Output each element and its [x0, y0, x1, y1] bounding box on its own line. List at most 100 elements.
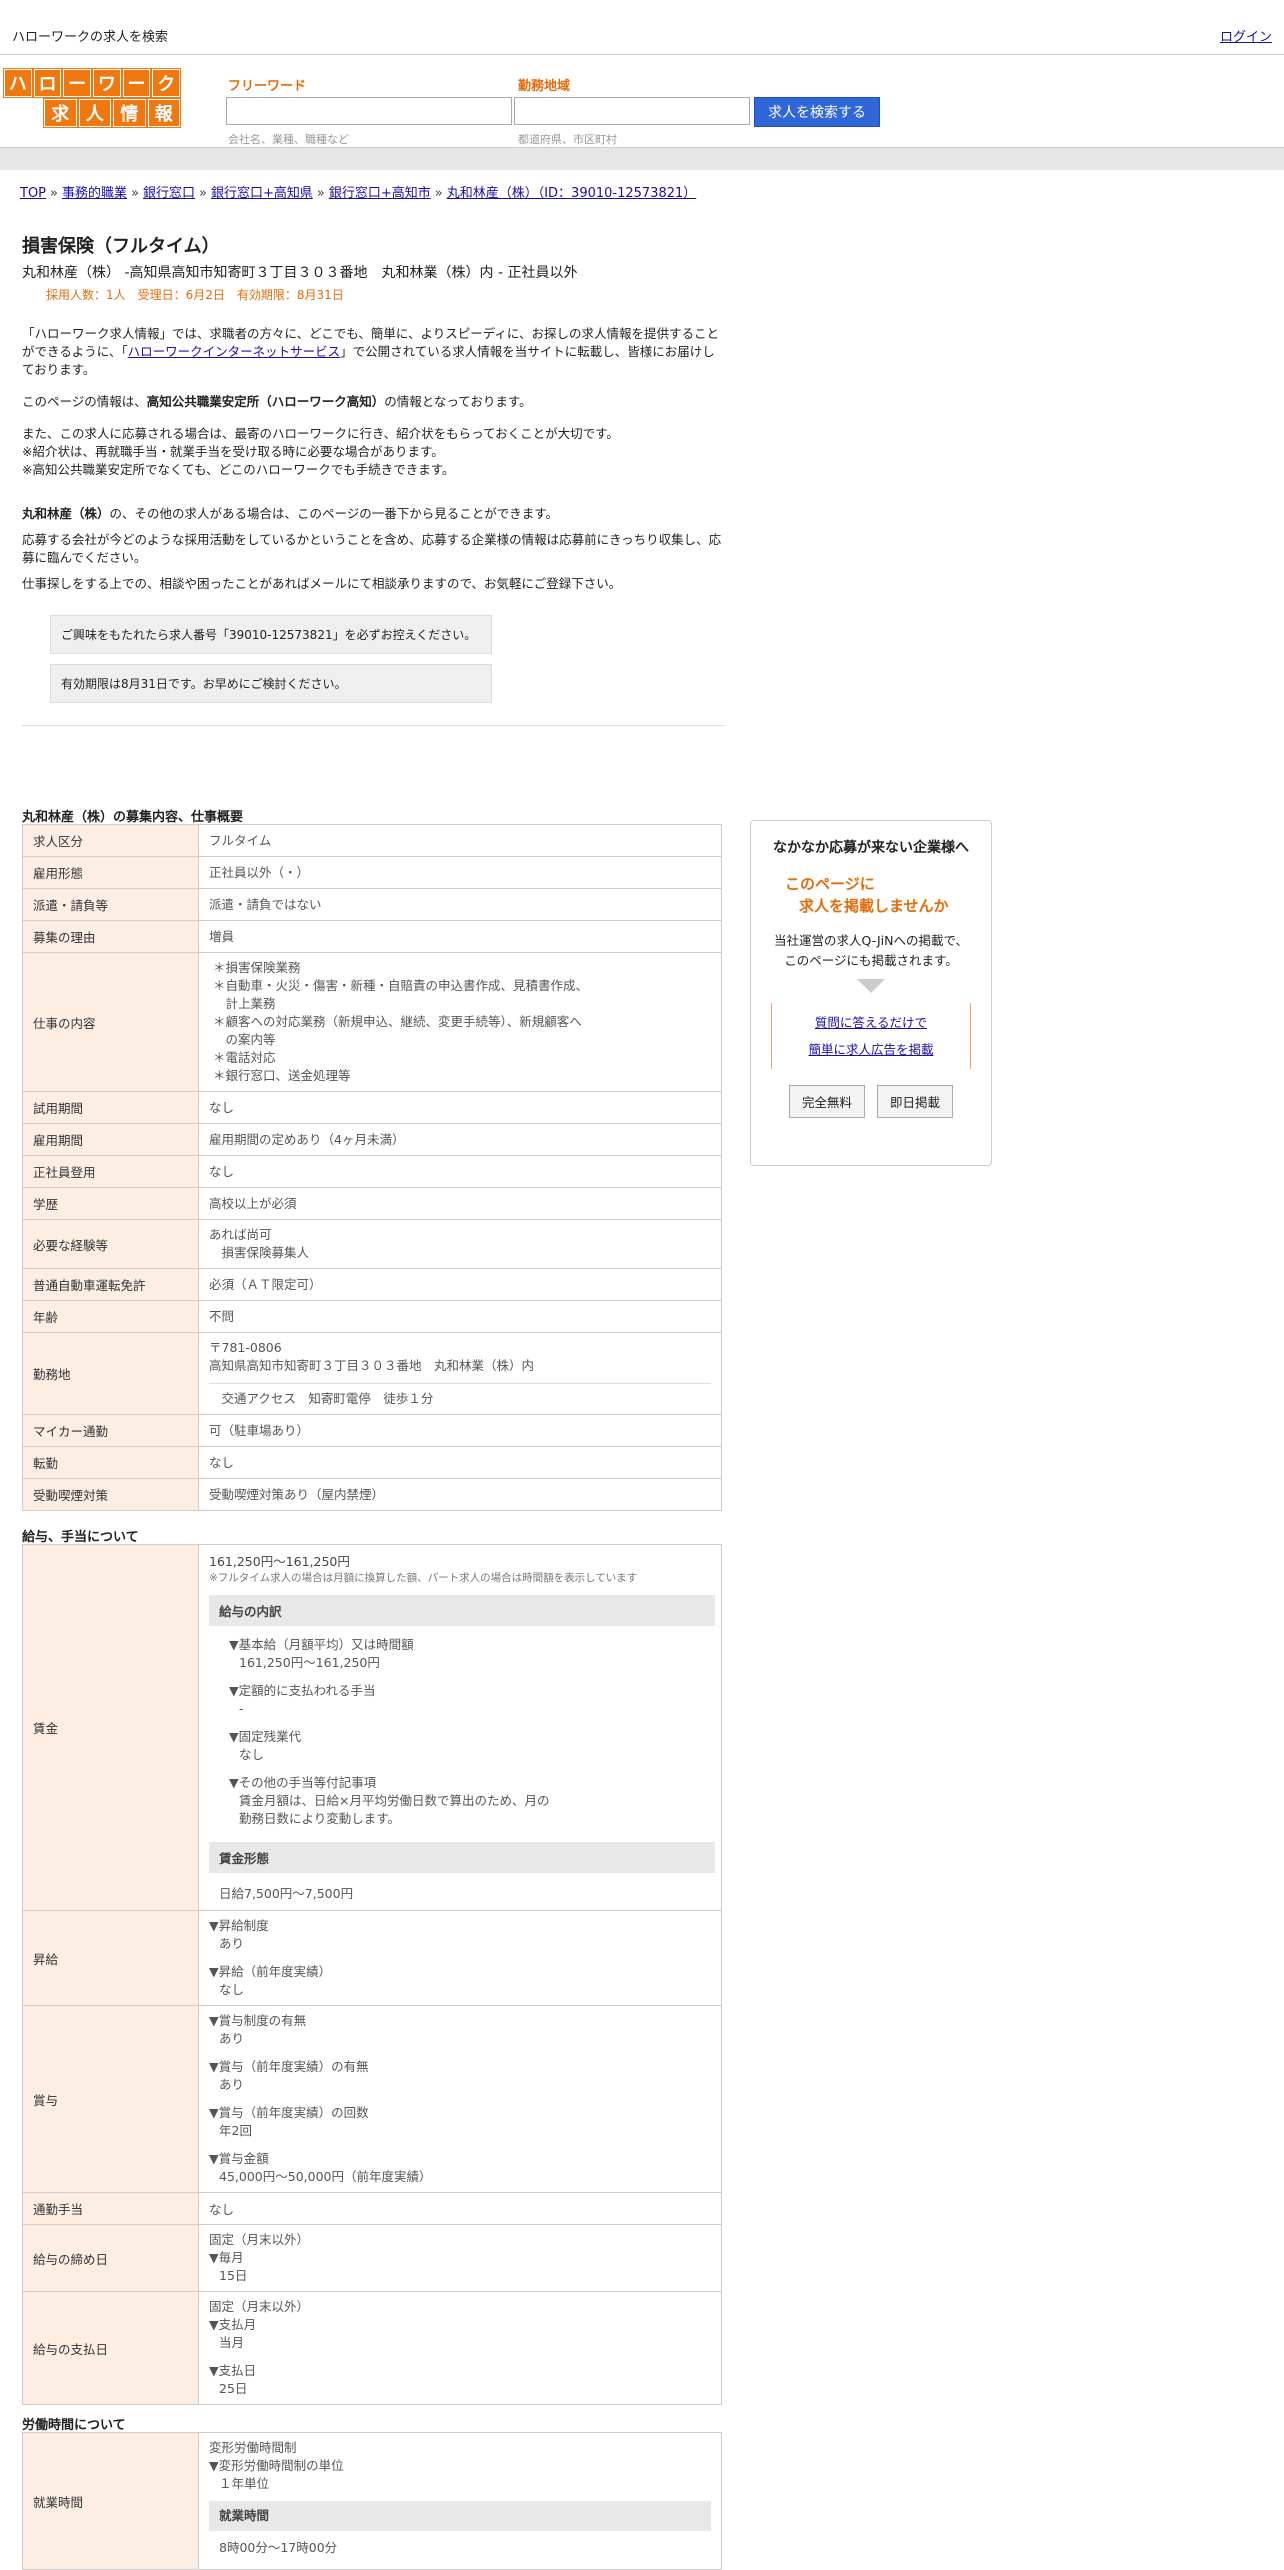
- same-day-button[interactable]: 即日掲載: [877, 1085, 954, 1118]
- job-title: 損害保険（フルタイム）: [22, 236, 220, 257]
- value-line: ＊自動車・火災・傷害・新種・自賠責の申込書作成、見積書作成、: [213, 978, 589, 993]
- bonus-label: ▼賞与（前年度実績）の回数: [209, 2105, 369, 2120]
- row-header: 賃金: [22, 1544, 199, 1911]
- pay-table: 賃金 161,250円〜161,250円 ※フルタイム求人の場合は月額に換算した…: [22, 1544, 722, 2405]
- logo-char: ー: [63, 69, 92, 97]
- source-text: このページの情報は、: [22, 394, 147, 409]
- breadcrumb-link[interactable]: 銀行窓口+高知市: [329, 186, 431, 201]
- row-header: 雇用形態: [22, 856, 199, 889]
- table-row: 仕事の内容 ＊損害保険業務 ＊自動車・火災・傷害・新種・自賠責の申込書作成、見積書作…: [22, 952, 722, 1092]
- row-value: 正社員以外（・）: [198, 856, 722, 889]
- value-line: なし: [209, 1099, 235, 1115]
- bonus-value: あり: [219, 2077, 245, 2092]
- table-row: 賃金 161,250円〜161,250円 ※フルタイム求人の場合は月額に換算した…: [22, 1544, 722, 1911]
- bonus-label: ▼賞与金額: [209, 2151, 269, 2166]
- value-line: 雇用期間の定めあり（4ヶ月未満）: [209, 1131, 405, 1147]
- row-header: 受動喫煙対策: [22, 1478, 199, 1511]
- row-header: 募集の理由: [22, 920, 199, 953]
- expiry-notice: 有効期限は8月31日です。お早めにご検討ください。: [50, 664, 492, 703]
- advertise-links: 質問に答えるだけで 簡単に求人広告を掲載: [771, 1003, 971, 1069]
- area-input[interactable]: [514, 97, 750, 125]
- table-row: 給与の支払日 固定（月末以外） ▼支払月 当月 ▼支払日 25日: [22, 2291, 722, 2405]
- hellowork-logo[interactable]: ハローワーク 求人情報: [4, 69, 181, 127]
- value-line: あれば尚可: [209, 1227, 272, 1242]
- main-content: 損害保険（フルタイム） 丸和林産（株） -高知県高知市知寄町３丁目３０３番地 丸…: [22, 232, 724, 726]
- value-line: ＊銀行窓口、送金処理等: [213, 1068, 351, 1083]
- breadcrumb-link[interactable]: 事務的職業: [62, 186, 127, 201]
- question-link[interactable]: 質問に答えるだけで: [772, 1009, 970, 1036]
- header: ハローワーク 求人情報 フリーワード 会社名、業種、職種など 勤務地域 都道府県…: [0, 55, 1284, 147]
- hours-unit-label: ▼変形労働時間制の単位: [209, 2458, 344, 2473]
- value-line: 派遣・請負ではない: [209, 896, 322, 912]
- row-value: 161,250円〜161,250円 ※フルタイム求人の場合は月額に換算した額、パ…: [198, 1544, 722, 1911]
- value-line: 計上業務: [213, 996, 276, 1011]
- gray-band: [0, 147, 1284, 170]
- post-ad-link[interactable]: 簡単に求人広告を掲載: [772, 1036, 970, 1063]
- table-row: 昇給 ▼昇給制度 あり ▼昇給（前年度実績） なし: [22, 1910, 722, 2006]
- value-line: 高知県高知市知寄町３丁目３０３番地 丸和林業（株）内: [209, 1358, 535, 1373]
- advertise-heading: なかなか応募が来ない企業様へ: [773, 840, 969, 856]
- job-meta: 採用人数：1人 受理日：6月2日 有効期限：8月31日: [46, 288, 344, 302]
- freeword-input[interactable]: [226, 97, 512, 125]
- bonus-label: ▼賞与制度の有無: [209, 2013, 307, 2028]
- login-link[interactable]: ログイン: [1220, 26, 1272, 45]
- logo-char: 求: [44, 99, 77, 127]
- breadcrumb-link[interactable]: 銀行窓口: [143, 186, 195, 201]
- breadcrumb-link[interactable]: 銀行窓口+高知県: [211, 186, 313, 201]
- freeword-label: フリーワード: [228, 79, 307, 94]
- raise-value: なし: [219, 1982, 245, 1997]
- consult-paragraph: 仕事探しをする上での、相談や困ったことがあればメールにて相談承りますので、お気軽…: [22, 576, 622, 591]
- overview-table: 求人区分 フルタイム 雇用形態 正社員以外（・） 派遣・請負等 派遣・請負ではない 募集の理…: [22, 824, 722, 1511]
- row-header: 正社員登用: [22, 1155, 199, 1188]
- site-title: ハローワークの求人を検索: [12, 30, 169, 45]
- value-line: 不問: [209, 1308, 235, 1324]
- referral-note: ※紹介状は、再就職手当・就業手当を受け取る時に必要な場合があります。: [22, 444, 444, 459]
- row-value: フルタイム: [198, 824, 722, 857]
- free-button[interactable]: 完全無料: [788, 1085, 865, 1118]
- logo-char: ハ: [4, 69, 32, 97]
- advertise-box: なかなか応募が来ない企業様へ このページに 求人を掲載しませんか 当社運営の求人…: [750, 820, 992, 1166]
- close-label: ▼毎月: [209, 2250, 244, 2265]
- table-row: 普通自動車運転免許 必須（ＡＴ限定可）: [22, 1268, 722, 1301]
- bonus-value: 45,000円〜50,000円（前年度実績）: [219, 2169, 432, 2184]
- breadcrumb-separator: »: [316, 186, 325, 201]
- table-row: 求人区分 フルタイム: [22, 824, 722, 857]
- row-header: 学歴: [22, 1187, 199, 1220]
- row-value: 変形労働時間制 ▼変形労働時間制の単位 １年単位 就業時間 8時00分〜17時0…: [198, 2432, 722, 2570]
- advertise-headline-line: 求人を掲載しませんか: [799, 897, 949, 915]
- table-row: 学歴 高校以上が必須: [22, 1187, 722, 1220]
- advertise-headline: このページに 求人を掲載しませんか: [751, 873, 991, 917]
- value-line: 可（駐車場あり）: [209, 1422, 310, 1438]
- value-line: 必須（ＡＴ限定可）: [209, 1276, 322, 1292]
- row-value: なし: [198, 1155, 722, 1188]
- breakdown-item-value: 勤務日数により変動します。: [239, 1811, 401, 1826]
- table-row: 通勤手当 なし: [22, 2192, 722, 2225]
- value-line: 正社員以外（・）: [209, 864, 310, 880]
- breadcrumb-link[interactable]: TOP: [20, 186, 46, 201]
- value-line: フルタイム: [209, 832, 272, 848]
- search-button[interactable]: 求人を検索する: [754, 97, 880, 127]
- row-header: 転勤: [22, 1446, 199, 1479]
- paydate-label: ▼支払月: [209, 2317, 257, 2332]
- table-row: 必要な経験等 あれば尚可 損害保険募集人: [22, 1219, 722, 1269]
- hours-section-title: 労働時間について: [22, 2418, 126, 2433]
- hellowork-internet-link[interactable]: ハローワークインターネットサービス: [128, 344, 341, 359]
- row-header: 勤務地: [22, 1332, 199, 1415]
- raise-label: ▼昇給制度: [209, 1918, 269, 1933]
- table-row: マイカー通勤 可（駐車場あり）: [22, 1414, 722, 1447]
- breadcrumb-separator: »: [198, 186, 207, 201]
- row-value: 不問: [198, 1300, 722, 1333]
- logo-char: 報: [147, 99, 180, 127]
- paydate-label: ▼支払日: [209, 2363, 257, 2378]
- row-value: 雇用期間の定めあり（4ヶ月未満）: [198, 1123, 722, 1156]
- row-value: あれば尚可 損害保険募集人: [198, 1219, 722, 1269]
- breakdown-item-label: ▼その他の手当等付記事項: [229, 1775, 377, 1790]
- logo-char: ロ: [33, 69, 62, 97]
- breadcrumb-link[interactable]: 丸和林産（株）（ID：39010-12573821）: [447, 186, 697, 201]
- raise-label: ▼昇給（前年度実績）: [209, 1964, 332, 1979]
- value-line: の案内等: [213, 1032, 276, 1047]
- row-value: 固定（月末以外） ▼毎月 15日: [198, 2224, 722, 2292]
- row-value: 必須（ＡＴ限定可）: [198, 1268, 722, 1301]
- close-type: 固定（月末以外）: [209, 2232, 310, 2247]
- hours-sub-header: 就業時間: [209, 2501, 711, 2531]
